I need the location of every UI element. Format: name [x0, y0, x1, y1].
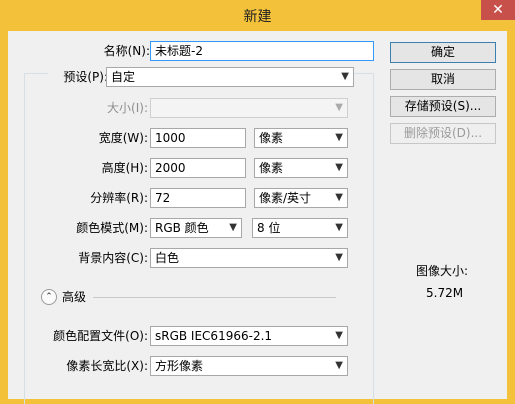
- bit-depth-select[interactable]: 8 位 ▼: [252, 218, 348, 238]
- preset-value: 自定: [111, 70, 136, 84]
- color-mode-value: RGB 颜色: [155, 221, 209, 235]
- background-select[interactable]: 白色 ▼: [150, 248, 348, 268]
- width-unit-value: 像素: [259, 131, 284, 145]
- bit-depth-value: 8 位: [257, 221, 281, 235]
- delete-preset-button[interactable]: 删除预设(D)...: [390, 123, 496, 144]
- chevron-down-icon: ▼: [335, 330, 343, 341]
- pixel-aspect-select[interactable]: 方形像素 ▼: [150, 356, 348, 376]
- background-value: 白色: [155, 251, 180, 265]
- close-button[interactable]: ✕: [481, 0, 515, 20]
- width-unit-select[interactable]: 像素 ▼: [254, 128, 348, 148]
- close-icon: ✕: [492, 2, 504, 18]
- chevron-down-icon: ▼: [335, 222, 343, 233]
- cancel-button[interactable]: 取消: [390, 69, 496, 90]
- save-preset-button[interactable]: 存储预设(S)...: [390, 96, 496, 117]
- title-bar[interactable]: 新建 ✕: [0, 0, 515, 30]
- chevron-down-icon: ▼: [335, 162, 343, 173]
- pixel-aspect-value: 方形像素: [155, 359, 204, 373]
- chevron-down-icon: ▼: [335, 360, 343, 371]
- width-input[interactable]: 1000: [150, 128, 246, 148]
- height-unit-value: 像素: [259, 161, 284, 175]
- height-unit-select[interactable]: 像素 ▼: [254, 158, 348, 178]
- chevron-down-icon: ▼: [335, 132, 343, 143]
- resolution-label: 分辨率(R):: [90, 191, 148, 205]
- chevron-down-icon: ▼: [335, 102, 343, 113]
- chevron-down-icon: ▼: [229, 222, 237, 233]
- height-label: 高度(H):: [101, 161, 148, 175]
- pixel-aspect-label: 像素长宽比(X):: [66, 359, 148, 373]
- name-input[interactable]: 未标题-2: [150, 41, 374, 61]
- color-mode-select[interactable]: RGB 颜色 ▼: [150, 218, 242, 238]
- chevron-down-icon: ▼: [335, 192, 343, 203]
- size-label: 大小(I):: [107, 101, 148, 115]
- resolution-unit-value: 像素/英寸: [259, 191, 312, 205]
- image-size-label: 图像大小:: [416, 264, 469, 278]
- chevron-down-icon: ▼: [335, 252, 343, 263]
- ok-button[interactable]: 确定: [390, 42, 496, 63]
- advanced-label: 高级: [62, 290, 87, 304]
- image-size-value: 5.72M: [426, 286, 464, 300]
- chevron-down-icon: ▼: [341, 71, 349, 82]
- dialog-body: 名称(N): 未标题-2 预设(P): 自定 ▼ 大小(I): ▼ 宽度(W):…: [8, 31, 507, 404]
- new-document-dialog: 新建 ✕ 名称(N): 未标题-2 预设(P): 自定 ▼ 大小(I): ▼ 宽…: [0, 0, 515, 404]
- width-label: 宽度(W):: [98, 131, 148, 145]
- chevron-up-double-icon: ⌃: [45, 292, 53, 302]
- name-label: 名称(N):: [103, 44, 150, 58]
- height-input[interactable]: 2000: [150, 158, 246, 178]
- color-mode-label: 颜色模式(M):: [76, 221, 148, 235]
- dialog-title: 新建: [243, 9, 272, 25]
- color-profile-value: sRGB IEC61966-2.1: [155, 329, 273, 343]
- color-profile-select[interactable]: sRGB IEC61966-2.1 ▼: [150, 326, 348, 346]
- size-select[interactable]: ▼: [150, 98, 348, 118]
- preset-select[interactable]: 自定 ▼: [106, 67, 354, 87]
- background-label: 背景内容(C):: [78, 251, 148, 265]
- advanced-separator: [93, 297, 336, 298]
- color-profile-label: 颜色配置文件(O):: [53, 329, 148, 343]
- resolution-input[interactable]: 72: [150, 188, 246, 208]
- preset-label: 预设(P):: [48, 66, 108, 88]
- advanced-toggle-button[interactable]: ⌃: [41, 289, 57, 305]
- resolution-unit-select[interactable]: 像素/英寸 ▼: [254, 188, 348, 208]
